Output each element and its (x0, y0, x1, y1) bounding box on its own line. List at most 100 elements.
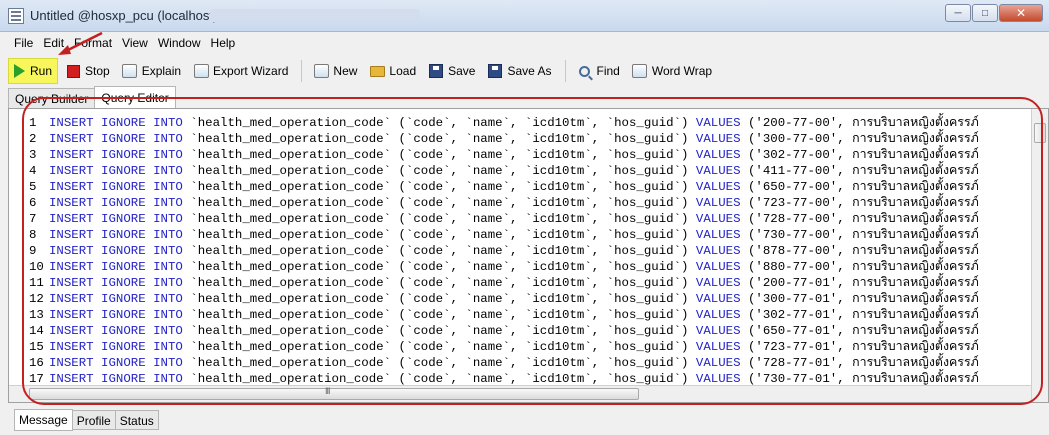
line-number: 2 (29, 132, 37, 146)
vertical-scroll-thumb[interactable] (1034, 123, 1046, 143)
run-button[interactable]: Run (8, 58, 58, 84)
sql-value-text: การบริบาลหญิงตั้งครรภ์ (852, 212, 979, 226)
title-redacted (210, 9, 420, 22)
sql-table-columns: `health_med_operation_code` (`code`, `na… (190, 372, 696, 386)
sql-table-columns: `health_med_operation_code` (`code`, `na… (190, 116, 696, 130)
new-label: New (333, 64, 358, 78)
code-line: 8 INSERT IGNORE INTO `health_med_operatio… (9, 227, 1031, 243)
editor-tabs: Query Builder Query Editor (8, 86, 176, 108)
sql-value: ('300-77-00', (747, 132, 853, 146)
sql-keyword: INSERT IGNORE INTO (49, 324, 191, 338)
sql-table-columns: `health_med_operation_code` (`code`, `na… (190, 180, 696, 194)
sql-keyword: INSERT IGNORE INTO (49, 308, 191, 322)
find-button[interactable]: Find (572, 58, 625, 84)
sql-keyword: VALUES (695, 164, 748, 178)
sql-table-columns: `health_med_operation_code` (`code`, `na… (190, 292, 696, 306)
menu-help[interactable]: Help (211, 33, 236, 53)
export-icon (193, 63, 209, 79)
line-number: 3 (29, 148, 37, 162)
sql-keyword: INSERT IGNORE INTO (49, 276, 191, 290)
sql-table-columns: `health_med_operation_code` (`code`, `na… (190, 324, 696, 338)
sql-value-text: การบริบาลหญิงตั้งครรภ์ (852, 228, 979, 242)
sql-value-text: การบริบาลหญิงตั้งครรภ์ (852, 116, 979, 130)
sql-value: ('723-77-01', (747, 340, 853, 354)
tab-status[interactable]: Status (114, 410, 159, 430)
sql-keyword: VALUES (695, 324, 748, 338)
window-controls: ─ □ ✕ (945, 4, 1043, 22)
tab-message[interactable]: Message (14, 409, 73, 431)
sql-keyword: INSERT IGNORE INTO (49, 180, 191, 194)
line-number: 16 (29, 356, 44, 370)
sql-keyword: VALUES (695, 340, 748, 354)
save-button[interactable]: Save (423, 58, 480, 84)
sql-keyword: INSERT IGNORE INTO (49, 372, 191, 386)
sql-keyword: VALUES (695, 372, 748, 386)
tab-profile[interactable]: Profile (71, 410, 116, 430)
explain-icon (122, 63, 138, 79)
vertical-scrollbar[interactable] (1031, 109, 1048, 402)
menu-window[interactable]: Window (158, 33, 201, 53)
tab-query-builder[interactable]: Query Builder (8, 88, 96, 108)
line-number: 14 (29, 324, 44, 338)
save-as-button[interactable]: Save As (482, 58, 556, 84)
minimize-button[interactable]: ─ (945, 4, 971, 22)
export-wizard-button[interactable]: Export Wizard (188, 58, 293, 84)
sql-value-text: การบริบาลหญิงตั้งครรภ์ (852, 340, 979, 354)
horizontal-scrollbar[interactable]: III (9, 385, 1031, 402)
sql-value: ('728-77-01', (747, 356, 853, 370)
sql-keyword: VALUES (695, 180, 748, 194)
line-number: 9 (29, 244, 37, 258)
disk-icon (487, 63, 503, 79)
sql-table-columns: `health_med_operation_code` (`code`, `na… (190, 244, 696, 258)
search-icon (577, 63, 593, 79)
play-icon (14, 63, 26, 79)
sql-keyword: INSERT IGNORE INTO (49, 196, 191, 210)
horizontal-scroll-thumb[interactable]: III (29, 386, 639, 400)
tab-query-editor[interactable]: Query Editor (94, 86, 176, 108)
sql-value-text: การบริบาลหญิงตั้งครรภ์ (852, 372, 979, 386)
query-editor[interactable]: 1 INSERT IGNORE INTO `health_med_operatio… (8, 108, 1049, 403)
explain-label: Explain (141, 64, 182, 78)
word-wrap-icon (632, 63, 648, 79)
export-wizard-label: Export Wizard (213, 64, 289, 78)
load-label: Load (389, 64, 417, 78)
sql-table-columns: `health_med_operation_code` (`code`, `na… (190, 196, 696, 210)
sql-keyword: VALUES (695, 148, 748, 162)
sql-value-text: การบริบาลหญิงตั้งครรภ์ (852, 132, 979, 146)
find-label: Find (596, 64, 620, 78)
sql-value-text: การบริบาลหญิงตั้งครรภ์ (852, 356, 979, 370)
sql-value-text: การบริบาลหญิงตั้งครรภ์ (852, 164, 979, 178)
stop-button[interactable]: Stop (60, 58, 115, 84)
sql-value-text: การบริบาลหญิงตั้งครรภ์ (852, 244, 979, 258)
run-label: Run (29, 64, 52, 78)
sql-value-text: การบริบาลหญิงตั้งครรภ์ (852, 308, 979, 322)
load-button[interactable]: Load (364, 58, 421, 84)
code-line: 10 INSERT IGNORE INTO `health_med_operati… (9, 259, 1031, 275)
menu-file[interactable]: File (14, 33, 33, 53)
editor-text-area[interactable]: 1 INSERT IGNORE INTO `health_med_operatio… (9, 109, 1031, 402)
sql-value: ('411-77-00', (747, 164, 853, 178)
sql-keyword: INSERT IGNORE INTO (49, 132, 191, 146)
word-wrap-button[interactable]: Word Wrap (627, 58, 717, 84)
sql-value: ('302-77-01', (747, 308, 853, 322)
sql-keyword: INSERT IGNORE INTO (49, 340, 191, 354)
line-number: 15 (29, 340, 44, 354)
menu-view[interactable]: View (122, 33, 148, 53)
toolbar-separator (301, 60, 303, 82)
scroll-grip: III (325, 386, 330, 396)
sql-table-columns: `health_med_operation_code` (`code`, `na… (190, 356, 696, 370)
sql-keyword: VALUES (695, 276, 748, 290)
sql-table-columns: `health_med_operation_code` (`code`, `na… (190, 164, 696, 178)
word-wrap-label: Word Wrap (651, 64, 713, 78)
new-button[interactable]: New (308, 58, 362, 84)
maximize-button[interactable]: □ (972, 4, 998, 22)
save-as-label: Save As (507, 64, 552, 78)
code-line: 13 INSERT IGNORE INTO `health_med_operati… (9, 307, 1031, 323)
close-button[interactable]: ✕ (999, 4, 1043, 22)
line-number: 1 (29, 116, 37, 130)
explain-button[interactable]: Explain (117, 58, 186, 84)
toolbar: Run Stop Explain Export Wizard New Load … (0, 56, 1049, 86)
sql-value-text: การบริบาลหญิงตั้งครรภ์ (852, 148, 979, 162)
sql-keyword: VALUES (695, 196, 748, 210)
code-line: 3 INSERT IGNORE INTO `health_med_operatio… (9, 147, 1031, 163)
